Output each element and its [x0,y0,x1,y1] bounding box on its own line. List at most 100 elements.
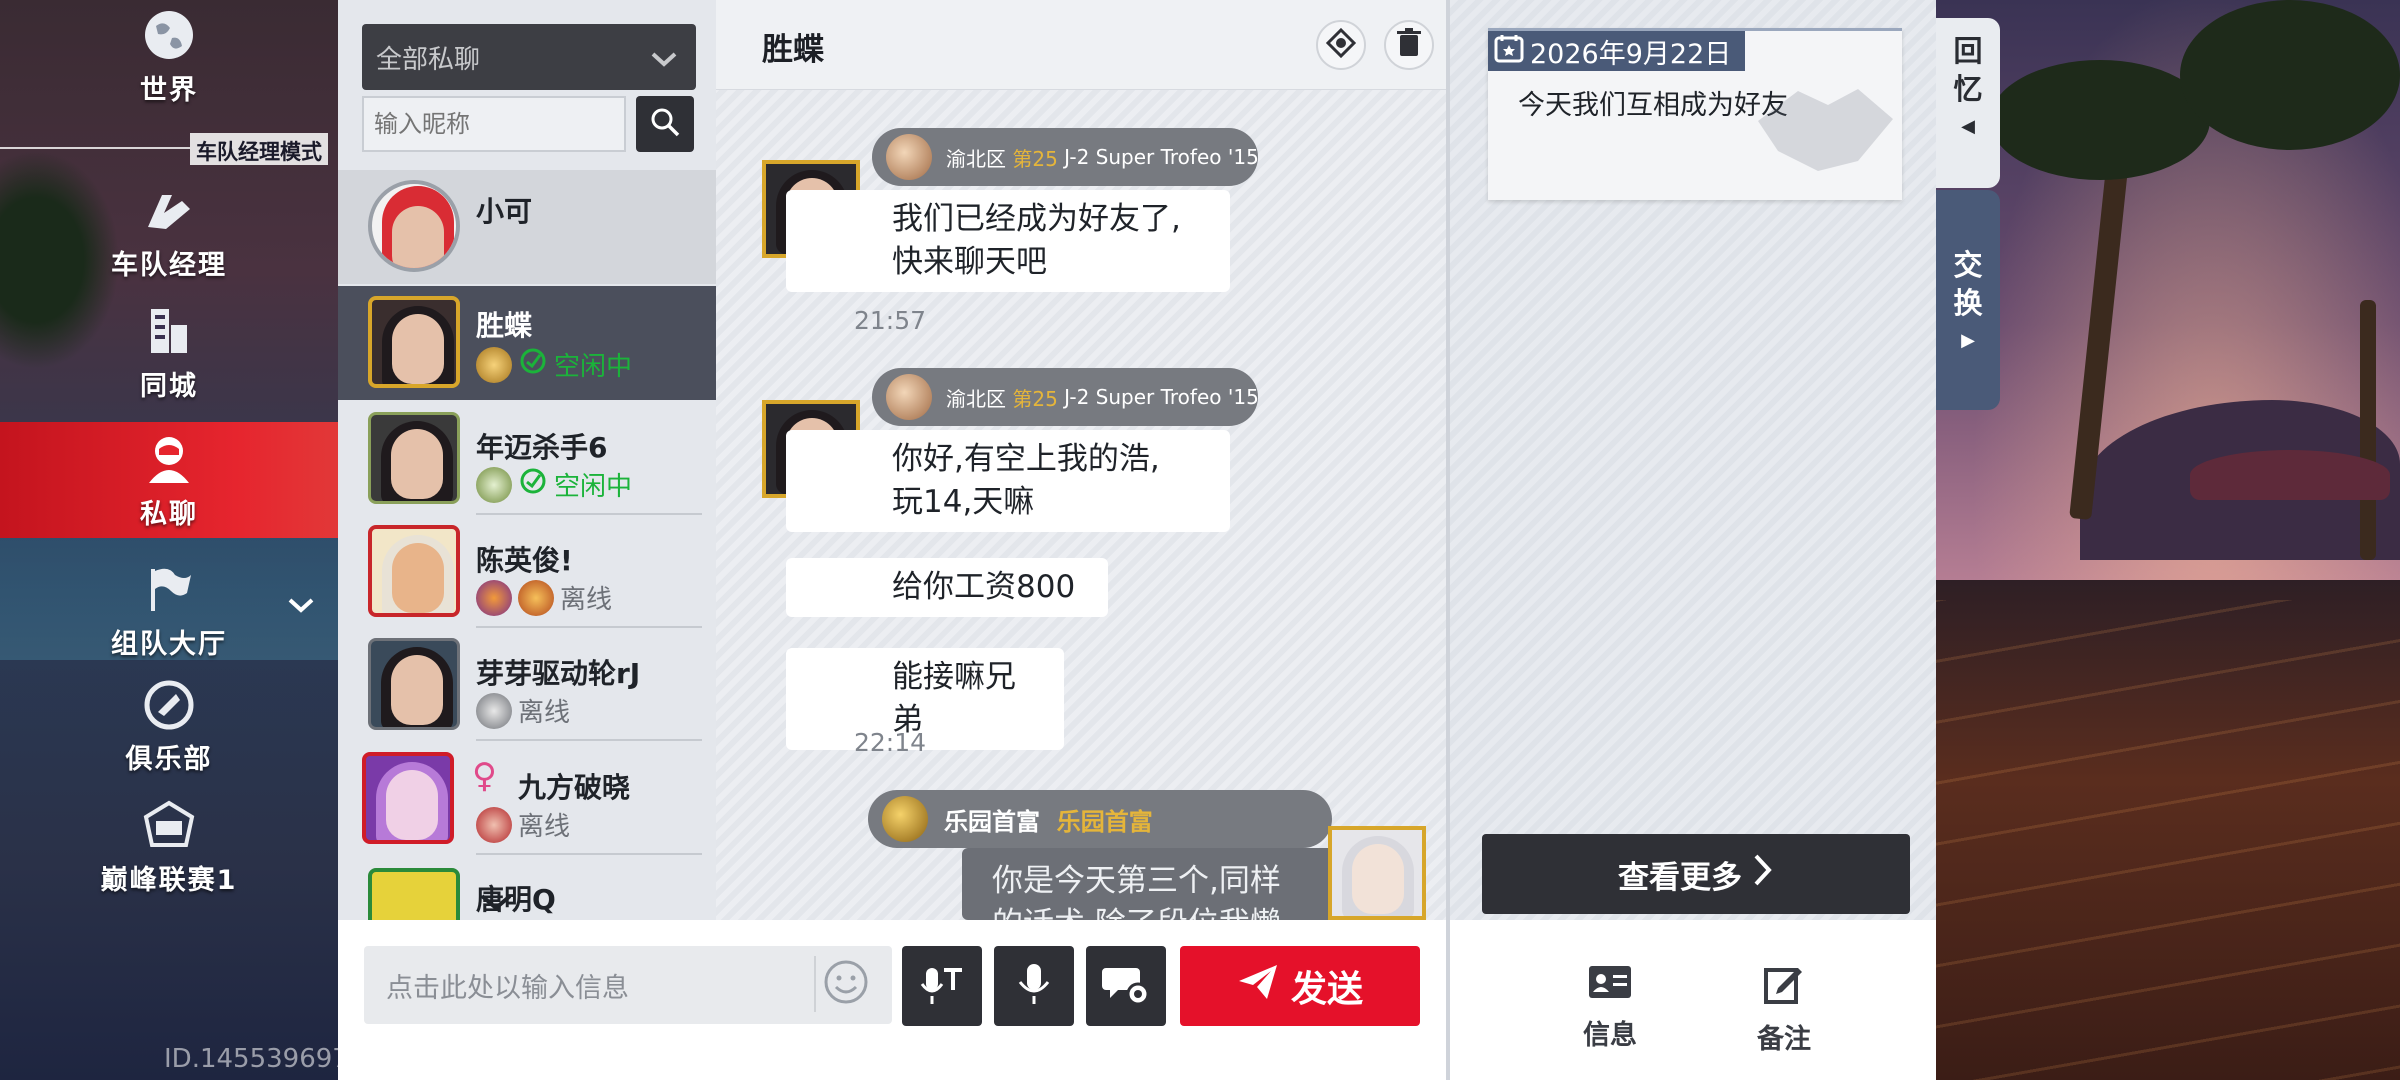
contact-list-panel: 全部私聊 小可 胜蝶 空闲中 年迈杀手6 [338,0,716,920]
contact-item-chenyingjun[interactable]: 陈英俊! 离线 [338,515,716,628]
contact-item-yaya[interactable]: 芽芽驱动轮rJ 离线 [338,628,716,741]
pin-button[interactable] [1316,20,1366,70]
car-label: J-2 Super Trofeo '15 [1064,145,1259,169]
memory-date: 2026年9月22日 [1488,31,1746,71]
region-emblem-icon [886,374,932,420]
id-card-icon [1587,964,1633,1007]
title-label-gold: 乐园首富 [1056,807,1153,836]
triangle-right-icon: ▶ [1961,330,1975,351]
chat-gear-icon [1102,960,1150,1012]
rank-badge-icon [476,692,512,729]
status-row: 空闲中 [476,346,632,383]
handshake-icon [1748,71,1898,185]
region-label: 渝北区 [946,386,1006,411]
chevron-down-icon[interactable] [286,590,316,620]
nav-private-chat[interactable]: 私聊 [0,422,338,538]
tab-exchange-char: 交 [1953,248,1983,282]
tab-exchange-char: 换 [1953,286,1983,320]
region-emblem-icon [886,134,932,180]
message-line: 玩14,天嘛 [892,484,1035,520]
nav-club[interactable]: 俱乐部 [0,676,338,776]
send-button[interactable]: 发送 [1180,946,1420,1026]
avatar [368,180,460,272]
profile-tabs: 信息 备注 [1446,920,1936,1080]
nav-city[interactable]: 同城 [0,302,338,408]
nav-world[interactable]: 世界 [0,6,338,112]
contact-name: 九方破晓 [518,771,631,804]
tab-memory[interactable]: 回 忆 ◀ [1936,18,2000,188]
timestamp: 22:14 [854,728,927,757]
status-row: 离线 [476,692,570,729]
nav-label: 组队大厅 [111,629,227,660]
contact-name: 芽芽驱动轮rJ [476,657,641,690]
chevron-down-icon[interactable] [478,890,514,918]
tab-memory-char: 回 [1953,34,1983,68]
diamond-icon [1325,27,1357,62]
chat-panel: 胜蝶 渝北区 第25 J-2 Super Trofeo '15 我们已经成为好友… [716,0,1446,920]
tab-note[interactable]: 备注 [1734,964,1834,1056]
search-button[interactable] [636,96,694,152]
chat-settings-button[interactable] [1086,946,1166,1026]
contact-status: 离线 [560,585,613,615]
contact-status: 离线 [518,812,571,842]
rank-label: 第25 [1012,146,1058,171]
avatar [368,638,460,730]
contact-status: 离线 [518,698,571,728]
region-label: 渝北区 [946,146,1006,171]
message-line: 你好,有空上我的浩, [892,441,1160,477]
car-label: J-2 Super Trofeo '15 [1064,385,1259,409]
club-icon [140,676,198,733]
status-row: 空闲中 [476,466,632,503]
status-row: 离线 [476,579,612,616]
flag-icon [140,560,198,618]
contact-item-jiufang[interactable]: ♀ 九方破晓 离线 [338,742,716,855]
contact-item-shengdie[interactable]: 胜蝶 空闲中 [338,286,716,400]
message-line: 给你工资800 [892,569,1076,605]
nickname-search-input[interactable] [362,96,626,152]
voice-button[interactable] [994,946,1074,1026]
team-manager-mode-tag: 车队经理模式 [190,133,328,165]
contact-name: 小可 [476,195,533,228]
voice-to-text-button[interactable] [902,946,982,1026]
avatar [368,412,460,504]
memory-card: 2026年9月22日 今天我们互相成为好友 [1488,28,1902,200]
divider [476,739,702,741]
message-input[interactable]: 点击此处以输入信息 [364,946,892,1024]
peak-league-icon [140,796,198,854]
contact-name: 胜蝶 [476,309,533,342]
triangle-left-icon: ◀ [1961,116,1975,137]
message-input-placeholder: 点击此处以输入信息 [386,972,629,1004]
tab-exchange[interactable]: 交 换 ▶ [1936,190,2000,410]
filter-value: 全部私聊 [376,44,481,75]
private-chat-icon [140,430,198,488]
contact-item-nianmai[interactable]: 年迈杀手6 空闲中 [338,402,716,515]
emoji-button[interactable] [814,956,870,1012]
rank-badge-icon [476,466,512,503]
nav-team-manager[interactable]: 车队经理 [0,182,338,282]
message-bubble: 给你工资800 [786,558,1108,617]
own-avatar[interactable] [1328,826,1426,920]
edit-icon [1764,964,1804,1011]
nav-peak-league[interactable]: 巅峰联赛1 [0,796,338,902]
globe-icon [140,6,198,64]
honor-badge-icon [518,579,554,616]
send-label: 发送 [1290,969,1363,1010]
trash-icon [1396,28,1422,62]
chat-filter-dropdown[interactable]: 全部私聊 [362,24,696,90]
divider [0,147,190,149]
nav-label: 私聊 [140,499,198,530]
contact-item-tangming[interactable]: 唐明Q [338,858,716,920]
message-line: 快来聊天吧 [892,244,1047,280]
own-message-bubble: 你是今天第三个,同样 的话术,除了段位我懒 [962,848,1340,920]
avatar [362,752,454,844]
message-line: 你是今天第三个,同样 [992,863,1281,899]
own-title-tag: 乐园首富 乐园首富 [868,790,1332,848]
view-more-button[interactable]: 查看更多 [1482,834,1910,914]
avatar [368,525,460,617]
message-line: 我们已经成为好友了, [892,201,1181,237]
nav-label: 车队经理 [111,250,227,281]
tab-info[interactable]: 信息 [1560,964,1660,1052]
sender-tag: 渝北区 第25 J-2 Super Trofeo '15 [872,368,1259,426]
delete-button[interactable] [1384,20,1434,70]
contact-item-xiaoke[interactable]: 小可 [338,170,716,284]
